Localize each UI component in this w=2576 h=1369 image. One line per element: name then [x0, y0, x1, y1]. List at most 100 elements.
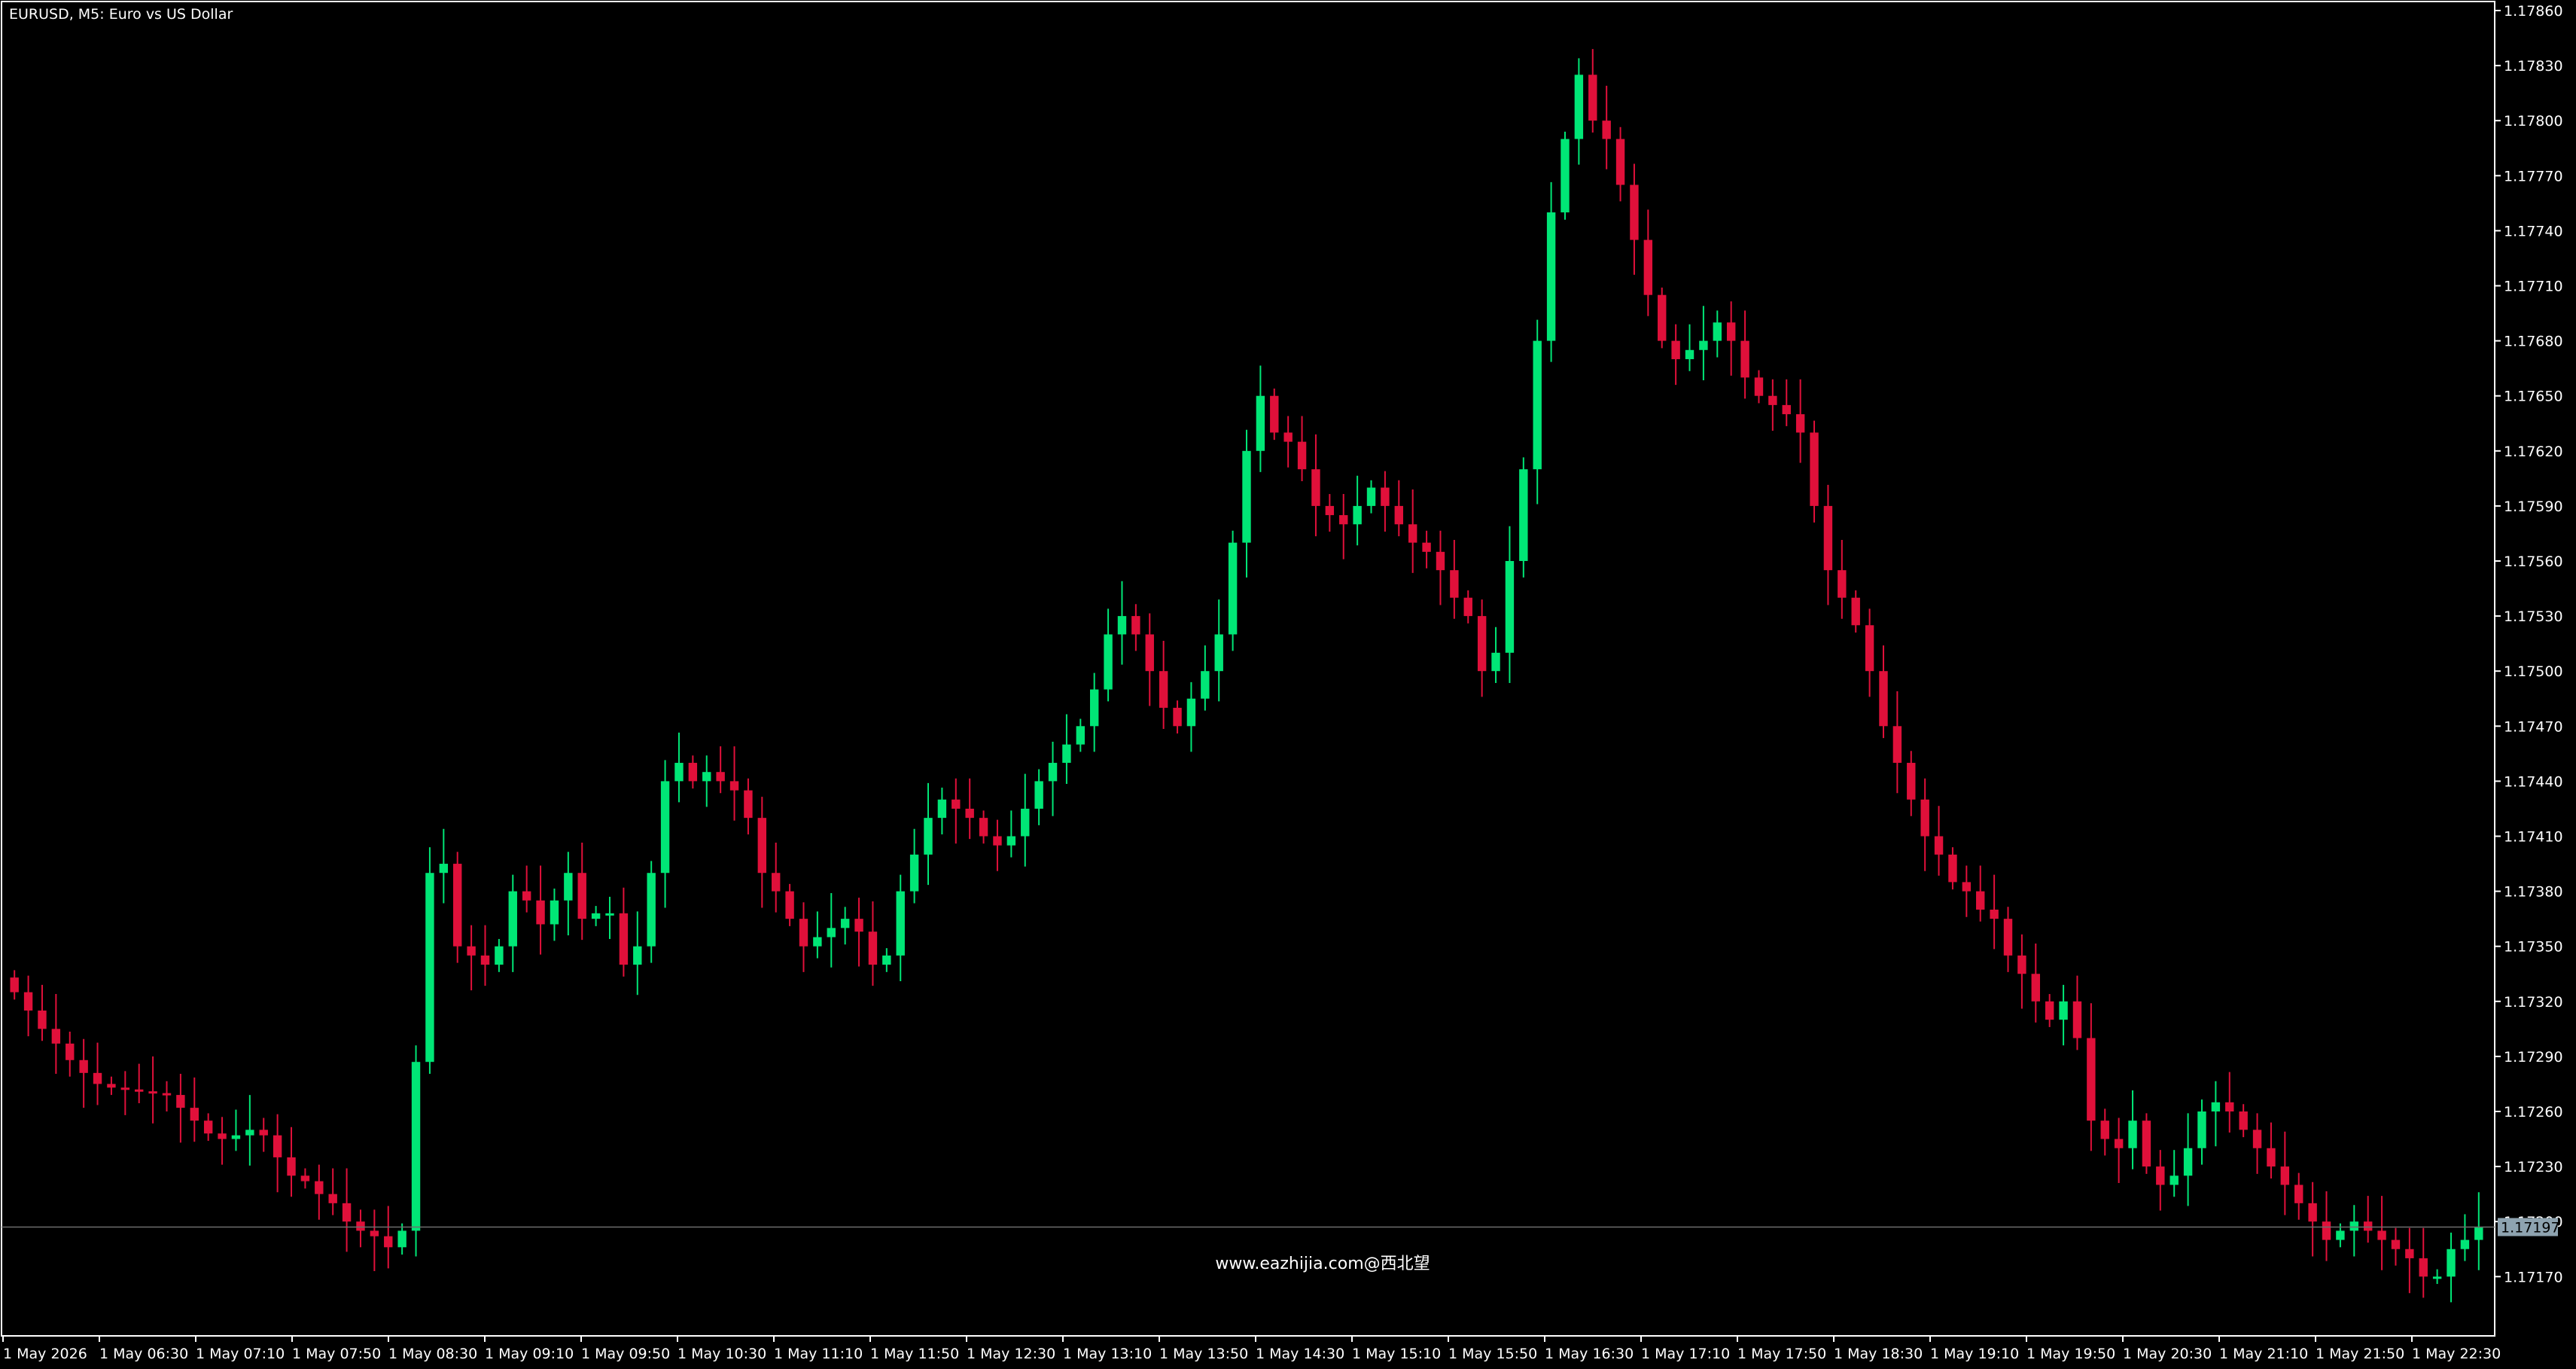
- time-tick-label: 1 May 22:30: [2412, 1346, 2501, 1362]
- price-tick-label: 1.17590: [2504, 499, 2563, 515]
- bear-candle: [203, 1121, 213, 1134]
- time-tick-label: 1 May 17:50: [1737, 1346, 1826, 1362]
- bull-candle: [1519, 469, 1528, 561]
- bear-candle: [577, 873, 586, 919]
- bear-candle: [536, 900, 545, 925]
- bear-candle: [2114, 1139, 2124, 1148]
- bull-candle: [1561, 139, 1570, 213]
- bull-candle: [1699, 340, 1708, 350]
- time-tick-label: 1 May 09:10: [485, 1346, 574, 1362]
- current-price-marker: 1.17197: [2498, 1218, 2560, 1236]
- price-tick-label: 1.17320: [2504, 994, 2563, 1011]
- bear-candle: [1671, 340, 1680, 359]
- bull-candle: [1256, 395, 1265, 451]
- time-tick-label: 1 May 10:30: [677, 1346, 766, 1362]
- bull-candle: [813, 937, 822, 947]
- bull-candle: [1117, 616, 1127, 635]
- time-tick-label: 1 May 08:30: [388, 1346, 477, 1362]
- bear-candle: [2017, 955, 2026, 974]
- bear-candle: [135, 1089, 144, 1092]
- bear-candle: [273, 1135, 282, 1157]
- bull-candle: [1048, 763, 1058, 782]
- price-tick-label: 1.17830: [2504, 58, 2563, 75]
- time-tick-label: 1 May 21:50: [2316, 1346, 2404, 1362]
- time-tick-label: 1 May 07:10: [196, 1346, 285, 1362]
- bull-candle: [660, 781, 670, 874]
- bull-candle: [2336, 1230, 2345, 1240]
- bear-candle: [356, 1221, 365, 1231]
- bear-candle: [1810, 432, 1819, 506]
- bear-candle: [1892, 726, 1902, 764]
- time-tick-label: 1 May 19:10: [1930, 1346, 2019, 1362]
- time-tick-label: 1 May 12:30: [967, 1346, 1055, 1362]
- bear-candle: [2419, 1258, 2428, 1277]
- bear-candle: [2405, 1249, 2414, 1258]
- time-tick-label: 1 May 06:30: [99, 1346, 188, 1362]
- bull-candle: [2170, 1175, 2179, 1185]
- price-tick-label: 1.17680: [2504, 334, 2563, 350]
- bear-candle: [993, 836, 1002, 846]
- time-tick-label: 1 May 15:50: [1448, 1346, 1537, 1362]
- bear-candle: [1422, 542, 1431, 552]
- time-tick-label: 1 May 07:50: [292, 1346, 381, 1362]
- bear-candle: [1907, 763, 1916, 800]
- price-tick-label: 1.17650: [2504, 389, 2563, 405]
- bear-candle: [1726, 322, 1736, 341]
- bear-candle: [480, 955, 490, 965]
- bull-candle: [674, 763, 684, 782]
- bear-candle: [384, 1236, 393, 1248]
- bull-candle: [1713, 322, 1722, 341]
- bear-candle: [854, 919, 863, 932]
- bear-candle: [2142, 1121, 2151, 1167]
- bull-candle: [1034, 781, 1043, 809]
- price-tick-label: 1.17710: [2504, 279, 2563, 295]
- bull-candle: [882, 955, 891, 965]
- bear-candle: [1920, 799, 1929, 837]
- bear-candle: [1408, 524, 1417, 543]
- bull-candle: [909, 854, 919, 892]
- bear-candle: [2252, 1130, 2262, 1148]
- time-tick-label: 1 May 16:30: [1545, 1346, 1634, 1362]
- bull-candle: [591, 913, 601, 919]
- current-price-label: 1.17197: [2501, 1220, 2560, 1236]
- bear-candle: [772, 873, 781, 892]
- bear-candle: [2225, 1102, 2234, 1111]
- bear-candle: [1879, 671, 1888, 727]
- bull-candle: [1021, 808, 1030, 837]
- bull-candle: [2460, 1239, 2470, 1249]
- bull-candle: [647, 873, 656, 947]
- bear-candle: [1297, 441, 1307, 470]
- time-tick-label: 1 May 15:10: [1352, 1346, 1441, 1362]
- bull-candle: [896, 891, 905, 956]
- bear-candle: [1990, 909, 1999, 919]
- bear-candle: [2072, 1001, 2082, 1038]
- bull-candle: [1353, 505, 1362, 525]
- bear-candle: [190, 1108, 199, 1121]
- bear-candle: [300, 1175, 310, 1181]
- bear-candle: [1754, 377, 1764, 396]
- bear-candle: [2308, 1203, 2317, 1222]
- bull-candle: [1228, 542, 1238, 635]
- price-tick-label: 1.17440: [2504, 773, 2563, 790]
- bear-candle: [2294, 1185, 2303, 1203]
- bull-candle: [550, 900, 559, 925]
- bull-candle: [2197, 1111, 2206, 1148]
- price-chart[interactable]: 1.17860 1.17830 1.17800 1.17770 1.17740 1.177…: [0, 0, 2576, 1369]
- bear-candle: [148, 1091, 157, 1094]
- price-tick-label: 1.17500: [2504, 663, 2563, 680]
- price-tick-label: 1.17770: [2504, 168, 2563, 184]
- bear-candle: [688, 763, 698, 782]
- price-tick-label: 1.17560: [2504, 553, 2563, 570]
- bear-candle: [1658, 294, 1667, 341]
- price-tick-label: 1.17740: [2504, 223, 2563, 239]
- bull-candle: [924, 818, 933, 855]
- price-tick-label: 1.17380: [2504, 884, 2563, 901]
- price-tick-label: 1.17620: [2504, 444, 2563, 460]
- time-tick-label: 1 May 11:50: [870, 1346, 959, 1362]
- bear-candle: [965, 808, 974, 819]
- bull-candle: [2183, 1148, 2193, 1176]
- bear-candle: [1948, 854, 1957, 883]
- price-tick-label: 1.17260: [2504, 1104, 2563, 1121]
- bear-candle: [2156, 1166, 2165, 1185]
- bull-candle: [2349, 1221, 2358, 1231]
